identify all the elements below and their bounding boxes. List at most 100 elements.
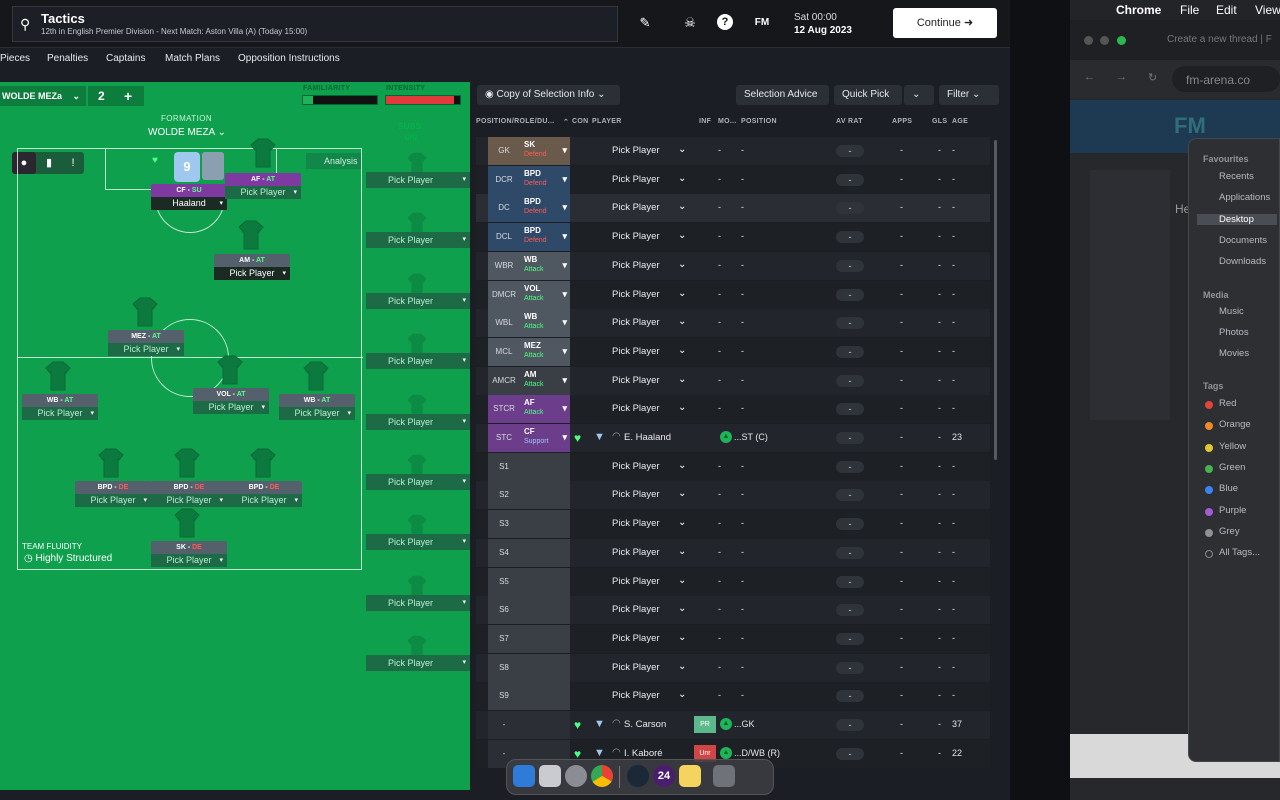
sub-slot[interactable]: Pick Player [366,655,470,672]
slot-player[interactable]: Pick Player [22,407,98,420]
tab-captains[interactable]: Captains [106,53,145,64]
chevron-down-icon[interactable]: ⌄ [678,402,686,413]
chevron-down-icon[interactable]: ⌄ [678,259,686,270]
pick-player-select[interactable]: Pick Player [612,202,660,213]
row-role[interactable]: BPD Defend [520,223,570,252]
row-role[interactable]: WB Attack [520,309,570,338]
table-row[interactable]: S9 Pick Player ⌄ - - - - - - [476,682,990,711]
finder-icon[interactable] [513,765,535,787]
finder-item[interactable]: Green [1219,462,1245,473]
tab-opposition-instructions[interactable]: Opposition Instructions [238,53,340,64]
pick-player-select[interactable]: Pick Player [612,403,660,414]
slot-player[interactable]: Pick Player [279,407,355,420]
chevron-down-icon[interactable]: ⌄ [678,345,686,356]
pick-player-select[interactable]: Pick Player [612,145,660,156]
quick-pick-button[interactable]: Quick Pick [834,85,902,105]
pitch-position-slot[interactable]: AM - AT Pick Player [214,254,290,280]
finder-item[interactable]: All Tags... [1219,547,1260,558]
pitch-position-slot[interactable]: WB - AT Pick Player [279,394,355,420]
table-row[interactable]: STCRAFAttackPick Player⌄------ [476,395,990,424]
row-role[interactable] [520,481,570,510]
skull-icon[interactable]: ☠ [681,14,699,32]
finder-item[interactable]: Downloads [1219,256,1266,267]
pitch-position-slot[interactable]: MEZ - AT Pick Player [108,330,184,356]
row-role[interactable]: BPD Defend [520,165,570,194]
row-role[interactable] [520,624,570,653]
col-con[interactable]: CON [572,118,588,125]
player-shirt[interactable]: 9 [174,152,200,182]
system-settings-icon[interactable] [565,765,587,787]
row-role[interactable] [520,538,570,567]
table-row[interactable]: DCLBPDDefendPick Player⌄------ [476,223,990,252]
sub-slot[interactable]: Pick Player [366,594,470,611]
selection-advice-button[interactable]: Selection Advice [736,85,829,105]
title-box[interactable]: ⚲ Tactics 12th in English Premier Divisi… [12,6,618,42]
slot-player[interactable]: Pick Player [193,401,269,414]
table-row[interactable]: WBRWBAttackPick Player⌄------ [476,251,990,280]
row-role[interactable] [520,596,570,625]
pick-player-select[interactable]: Pick Player [612,489,660,500]
row-role[interactable]: SK Defend [520,137,570,165]
pitch-position-slot[interactable]: WB - AT Pick Player [22,394,98,420]
chevron-down-icon[interactable]: ⌄ [678,488,686,499]
pick-player-select[interactable]: Pick Player [612,317,660,328]
finder-item[interactable]: Blue [1219,483,1238,494]
table-row[interactable]: S5 Pick Player ⌄ - - - - - - [476,567,990,596]
menu-file[interactable]: File [1180,3,1199,17]
sub-slot[interactable]: Pick Player [366,413,470,430]
chevron-down-icon[interactable]: ⌄ [678,173,686,184]
pick-player-select[interactable]: Pick Player [612,289,660,300]
pitch-position-slot[interactable]: SK - DE Pick Player [151,541,227,567]
chevron-down-icon[interactable]: ⌄ [678,144,686,155]
quick-pick-dropdown[interactable]: ⌄ [904,85,934,105]
col-position-role[interactable]: POSITION/ROLE/DU... [476,118,554,125]
formation-selector[interactable]: WOLDE MEZA ⌄ [148,127,226,138]
search-icon[interactable]: ⚲ [20,16,30,33]
chevron-down-icon[interactable]: ⌄ [678,288,686,299]
minimize-window-icon[interactable] [1100,36,1109,45]
maximize-window-icon[interactable] [1117,36,1126,45]
finder-item[interactable]: Yellow [1219,441,1246,452]
pick-player-select[interactable]: Pick Player [612,375,660,386]
table-row[interactable]: AMCRAMAttackPick Player⌄------ [476,366,990,395]
row-role[interactable] [520,653,570,682]
steam-icon[interactable] [627,765,649,787]
table-row[interactable]: DCRBPDDefendPick Player⌄------ [476,165,990,194]
chevron-down-icon[interactable]: ⌄ [678,603,686,614]
fm-logo[interactable]: FM [752,14,772,32]
row-role[interactable] [520,452,570,481]
pitch-position-slot[interactable]: BPD - DE Pick Player [151,481,227,507]
row-role[interactable] [520,711,570,739]
menu-view[interactable]: View [1255,3,1280,17]
filter-button[interactable]: Filter ⌄ [939,85,999,105]
table-row[interactable]: GK SK Defend Pick Player ⌄ - - - - - - [476,137,990,165]
edit-icon[interactable]: ✎ [636,14,654,32]
sub-slot[interactable]: Pick Player [366,353,470,370]
slot-player[interactable]: Pick Player [226,494,302,507]
table-row[interactable]: S4 Pick Player ⌄ - - - - - - [476,538,990,567]
table-row[interactable]: S1 Pick Player ⌄ - - - - - - [476,452,990,481]
back-icon[interactable]: ← [1084,71,1095,83]
table-row[interactable]: STC CF Support ♥ ▼ ◠E. Haaland ▲...ST (C) - - - 23 [476,424,990,452]
notes-icon[interactable] [679,765,701,787]
pick-player-select[interactable]: Pick Player [612,662,660,673]
slot-player[interactable]: Pick Player [151,554,227,567]
chrome-icon[interactable] [591,765,613,787]
list-scrollbar[interactable] [994,140,997,460]
pick-player-select[interactable]: Pick Player [612,690,660,701]
finder-item[interactable]: Desktop [1197,213,1277,225]
table-row[interactable]: S2 Pick Player ⌄ - - - - - - [476,481,990,510]
tab-match-plans[interactable]: Match Plans [165,53,220,64]
chevron-down-icon[interactable]: ⌄ [678,689,686,700]
menu-chrome[interactable]: Chrome [1116,3,1161,17]
reload-icon[interactable]: ↻ [1148,71,1157,84]
pick-player-select[interactable]: Pick Player [612,231,660,242]
pick-player-select[interactable]: Pick Player [612,518,660,529]
col-av-rat[interactable]: AV RAT [836,118,863,125]
launchpad-icon[interactable] [539,765,561,787]
chevron-down-icon[interactable]: ⌄ [678,201,686,212]
finder-item[interactable]: Documents [1219,235,1267,246]
table-row[interactable]: S6 Pick Player ⌄ - - - - - - [476,596,990,625]
slot-player[interactable]: Pick Player [108,343,184,356]
row-role[interactable] [520,567,570,596]
